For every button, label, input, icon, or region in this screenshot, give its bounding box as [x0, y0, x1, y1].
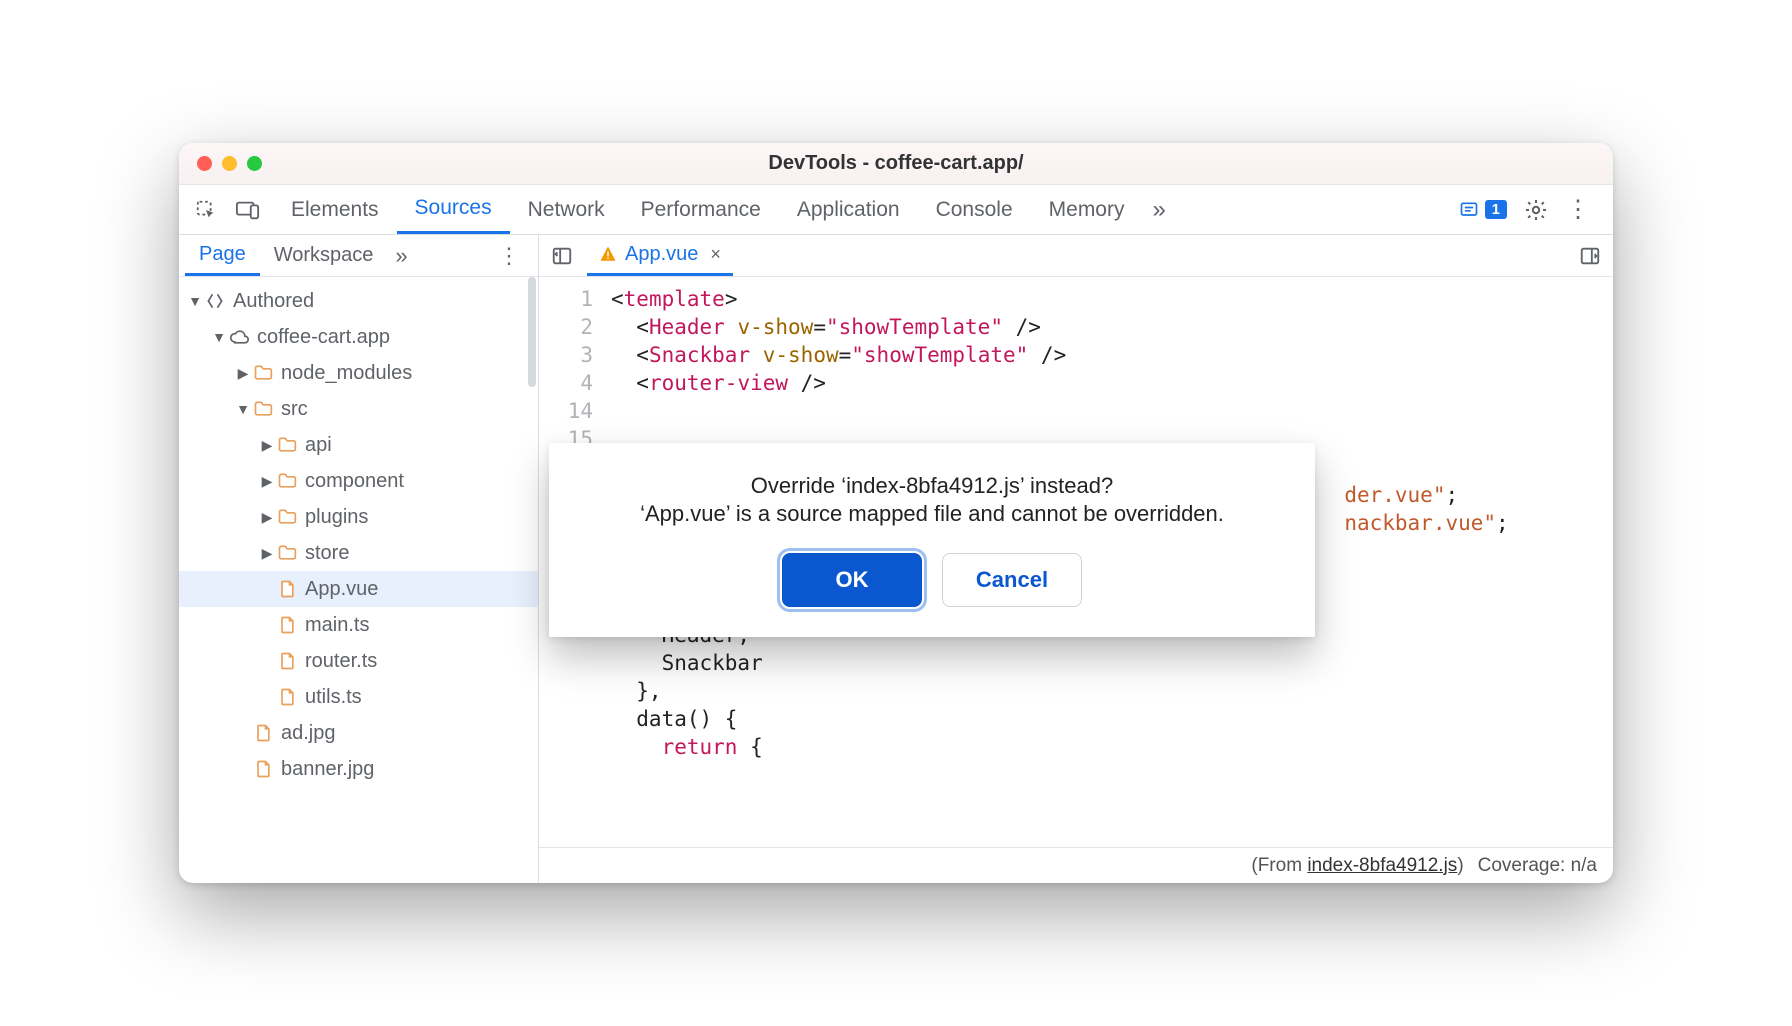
tree-item-router-ts[interactable]: router.ts [179, 643, 538, 679]
navigator-tab-page[interactable]: Page [185, 235, 260, 276]
cancel-button[interactable]: Cancel [942, 553, 1082, 607]
tree-item-app-vue[interactable]: App.vue [179, 571, 538, 607]
window-title: DevTools - coffee-cart.app/ [179, 152, 1613, 175]
devtools-tab-performance[interactable]: Performance [623, 185, 779, 234]
navigator-tabs-overflow[interactable]: » [387, 243, 415, 269]
close-tab-icon[interactable]: × [710, 244, 721, 265]
inspect-element-icon[interactable] [189, 193, 223, 227]
tree-item-label: coffee-cart.app [257, 326, 390, 349]
tree-item-label: banner.jpg [281, 758, 374, 781]
editor-tabstrip: App.vue × [539, 235, 1613, 277]
tree-item-label: App.vue [305, 578, 378, 601]
window-minimize-button[interactable] [222, 156, 237, 171]
source-map-origin: (From index-8bfa4912.js) [1251, 855, 1463, 877]
window-controls [197, 156, 262, 171]
editor-tab-app-vue[interactable]: App.vue × [587, 235, 733, 276]
tree-item-coffee-cart-app[interactable]: ▼ coffee-cart.app [179, 319, 538, 355]
tree-item-plugins[interactable]: ▶ plugins [179, 499, 538, 535]
navigator-tabstrip: PageWorkspace » ⋮ [179, 235, 538, 277]
tree-item-label: Authored [233, 290, 314, 313]
tabs-overflow-button[interactable]: » [1142, 196, 1175, 224]
override-confirm-dialog: Override ‘index-8bfa4912.js’ instead? ‘A… [549, 443, 1315, 637]
issues-count-badge: 1 [1485, 200, 1507, 219]
kebab-menu-icon[interactable]: ⋮ [1561, 193, 1595, 227]
devtools-tab-elements[interactable]: Elements [273, 185, 397, 234]
devtools-tab-memory[interactable]: Memory [1031, 185, 1143, 234]
twisty-icon[interactable]: ▶ [259, 437, 275, 454]
tree-item-label: src [281, 398, 308, 421]
device-toolbar-icon[interactable] [231, 193, 265, 227]
dialog-title: Override ‘index-8bfa4912.js’ instead? [575, 473, 1289, 499]
twisty-icon[interactable]: ▼ [211, 329, 227, 345]
twisty-icon[interactable]: ▶ [235, 365, 251, 382]
coverage-status: Coverage: n/a [1478, 855, 1597, 877]
tree-item-label: component [305, 470, 404, 493]
window-titlebar: DevTools - coffee-cart.app/ [179, 143, 1613, 185]
devtools-tabstrip: ElementsSourcesNetworkPerformanceApplica… [179, 185, 1613, 235]
tree-item-label: router.ts [305, 650, 377, 673]
twisty-icon[interactable]: ▼ [187, 293, 203, 309]
tree-item-utils-ts[interactable]: utils.ts [179, 679, 538, 715]
file-tree[interactable]: ▼ Authored ▼ coffee-cart.app ▶ node_modules ▼ s… [179, 277, 538, 883]
tree-item-label: node_modules [281, 362, 412, 385]
twisty-icon[interactable]: ▶ [259, 545, 275, 562]
settings-gear-icon[interactable] [1519, 193, 1553, 227]
twisty-icon[interactable]: ▶ [259, 473, 275, 490]
editor-tab-label: App.vue [625, 243, 698, 266]
tree-item-component[interactable]: ▶ component [179, 463, 538, 499]
window-zoom-button[interactable] [247, 156, 262, 171]
tree-item-label: ad.jpg [281, 722, 336, 745]
tree-item-label: api [305, 434, 332, 457]
devtools-tab-sources[interactable]: Sources [397, 185, 510, 234]
devtools-tab-network[interactable]: Network [510, 185, 623, 234]
navigator-panel: PageWorkspace » ⋮ ▼ Authored ▼ coffee-cart.… [179, 235, 539, 883]
tree-item-store[interactable]: ▶ store [179, 535, 538, 571]
ok-button[interactable]: OK [782, 553, 922, 607]
twisty-icon[interactable]: ▶ [259, 509, 275, 526]
dialog-message: ‘App.vue’ is a source mapped file and ca… [575, 501, 1289, 527]
twisty-icon[interactable]: ▼ [235, 401, 251, 417]
toggle-debugger-icon[interactable] [1575, 241, 1605, 271]
toggle-navigator-icon[interactable] [547, 241, 577, 271]
tree-item-label: store [305, 542, 349, 565]
tree-item-node-modules[interactable]: ▶ node_modules [179, 355, 538, 391]
tree-item-label: plugins [305, 506, 368, 529]
editor-statusbar: (From index-8bfa4912.js) Coverage: n/a [539, 847, 1613, 883]
scrollbar-thumb[interactable] [528, 277, 536, 387]
tree-item-label: main.ts [305, 614, 369, 637]
navigator-tab-workspace[interactable]: Workspace [260, 235, 388, 276]
devtools-tab-application[interactable]: Application [779, 185, 918, 234]
source-map-origin-link[interactable]: index-8bfa4912.js [1307, 855, 1457, 876]
devtools-tab-console[interactable]: Console [918, 185, 1031, 234]
tree-item-banner-jpg[interactable]: banner.jpg [179, 751, 538, 787]
tree-item-api[interactable]: ▶ api [179, 427, 538, 463]
tree-item-ad-jpg[interactable]: ad.jpg [179, 715, 538, 751]
warning-icon [599, 245, 617, 263]
navigator-menu-icon[interactable]: ⋮ [486, 243, 532, 269]
tree-item-main-ts[interactable]: main.ts [179, 607, 538, 643]
tree-item-authored[interactable]: ▼ Authored [179, 283, 538, 319]
tree-item-label: utils.ts [305, 686, 362, 709]
devtools-window: DevTools - coffee-cart.app/ ElementsSour… [179, 143, 1613, 883]
tree-item-src[interactable]: ▼ src [179, 391, 538, 427]
window-close-button[interactable] [197, 156, 212, 171]
issues-button[interactable]: 1 [1459, 200, 1507, 220]
